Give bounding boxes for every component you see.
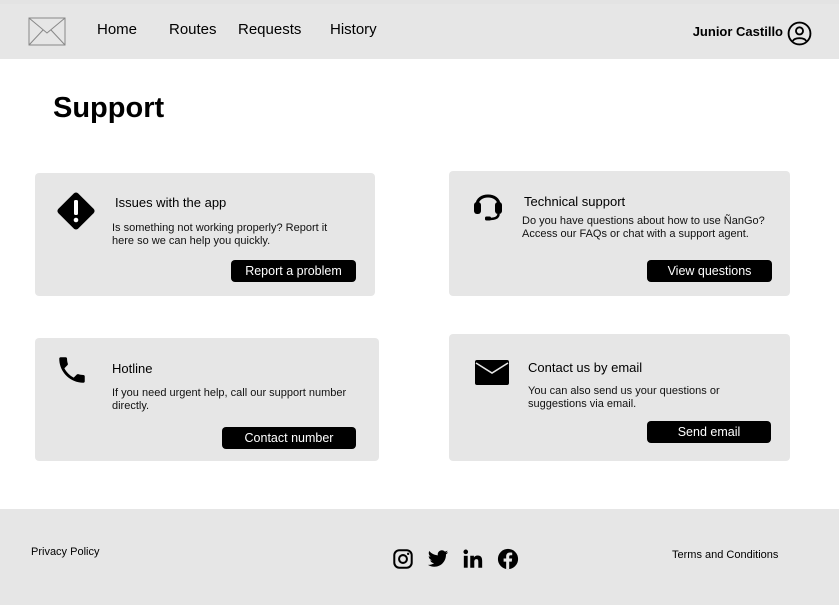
report-problem-button[interactable]: Report a problem xyxy=(231,260,356,282)
card-description: Is something not working properly? Repor… xyxy=(112,222,328,247)
view-questions-button[interactable]: View questions xyxy=(647,260,772,282)
warning-diamond-icon xyxy=(57,192,95,230)
instagram-icon[interactable] xyxy=(392,548,414,570)
nav-routes[interactable]: Routes xyxy=(169,21,217,38)
card-title: Technical support xyxy=(524,194,626,209)
user-circle-icon[interactable] xyxy=(787,21,812,46)
header-bar: Home Routes Requests History Junior Cast… xyxy=(0,4,839,59)
send-email-button[interactable]: Send email xyxy=(647,421,771,443)
card-title: Contact us by email xyxy=(528,360,643,375)
envelope-icon xyxy=(475,360,509,385)
technical-support-card: Technical support Do you have questions … xyxy=(449,171,790,296)
nav-requests[interactable]: Requests xyxy=(238,21,301,38)
contact-number-button[interactable]: Contact number xyxy=(222,427,356,449)
logo-placeholder-icon[interactable] xyxy=(28,17,66,46)
card-title: Issues with the app xyxy=(115,195,227,210)
nav-home[interactable]: Home xyxy=(97,21,137,38)
facebook-icon[interactable] xyxy=(497,548,519,570)
card-description: Do you have questions about how to use Ñ… xyxy=(522,215,765,240)
privacy-policy-link[interactable]: Privacy Policy xyxy=(31,546,99,558)
phone-icon xyxy=(59,357,85,383)
email-card: Contact us by email You can also send us… xyxy=(449,334,790,461)
page-title: Support xyxy=(53,92,165,124)
nav-history[interactable]: History xyxy=(330,21,377,38)
headset-icon xyxy=(474,194,502,221)
hotline-card: Hotline If you need urgent help, call ou… xyxy=(35,338,379,461)
linkedin-icon[interactable] xyxy=(462,548,484,570)
terms-conditions-link[interactable]: Terms and Conditions xyxy=(672,549,778,561)
issues-card: Issues with the app Is something not wor… xyxy=(35,173,375,296)
user-name[interactable]: Junior Castillo xyxy=(693,24,783,39)
footer: Privacy Policy Terms and Conditions xyxy=(0,509,839,605)
card-description: You can also send us your questions or s… xyxy=(528,385,720,410)
card-title: Hotline xyxy=(112,361,153,376)
twitter-icon[interactable] xyxy=(427,548,449,570)
card-description: If you need urgent help, call our suppor… xyxy=(112,387,347,412)
